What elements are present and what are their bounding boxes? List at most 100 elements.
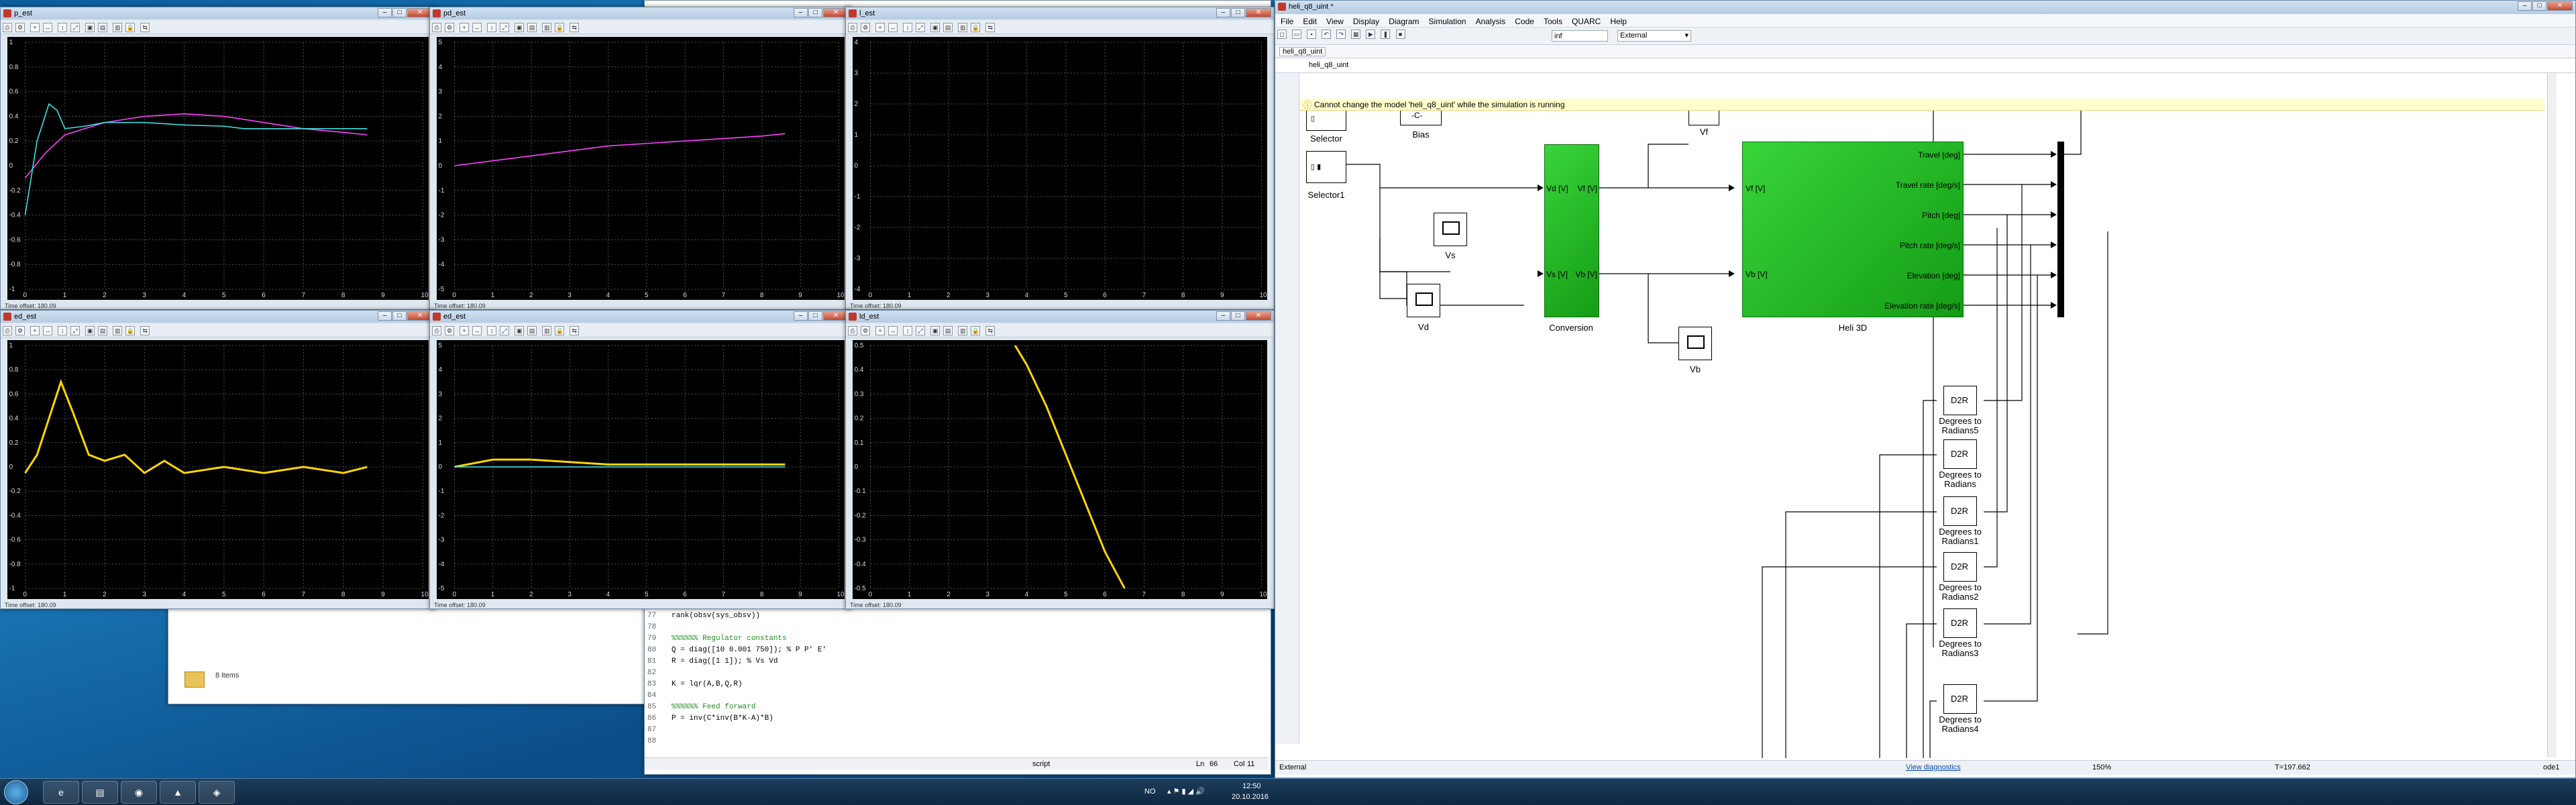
undo-icon[interactable]: ↶ — [1322, 30, 1332, 39]
autoscale-icon[interactable]: ⤢ — [70, 23, 80, 32]
bias-block[interactable]: -C- — [1400, 111, 1442, 125]
zoom-x-icon[interactable]: ↔ — [43, 23, 53, 32]
close-button[interactable]: ✕ — [2547, 1, 2573, 11]
restore-axes-icon[interactable]: ▤ — [527, 23, 537, 32]
print-icon[interactable]: ⎙ — [3, 23, 12, 32]
zoom-x-icon[interactable]: ↔ — [888, 23, 898, 32]
zoom-in-icon[interactable]: + — [30, 326, 40, 335]
maximize-button[interactable]: □ — [1231, 8, 1245, 17]
d2r-block[interactable]: D2R — [1943, 608, 1977, 638]
menu-item[interactable]: Analysis — [1476, 17, 1506, 26]
stop-icon[interactable]: ■ — [1395, 30, 1405, 39]
save-icon[interactable]: ▪ — [1307, 30, 1317, 39]
floating-scope-icon[interactable]: ▥ — [113, 326, 123, 335]
sim-time-field[interactable] — [1552, 30, 1608, 42]
zoom-y-icon[interactable]: ↕ — [903, 23, 913, 32]
restore-axes-icon[interactable]: ▤ — [943, 23, 953, 32]
restore-axes-icon[interactable]: ▤ — [98, 326, 108, 335]
scope-plot[interactable]: 0 1 2 3 4 5 6 7 8 9 10 5 4 3 2 1 0 -1 -2 -3 -4 -5 — [437, 37, 845, 300]
open-icon[interactable]: ▭ — [1292, 30, 1302, 39]
zoom-x-icon[interactable]: ↔ — [888, 326, 898, 335]
zoom-y-icon[interactable]: ↕ — [487, 23, 497, 32]
d2r-block[interactable]: D2R — [1943, 439, 1977, 469]
scope-plot[interactable]: 0 1 2 3 4 5 6 7 8 9 10 0.5 0.4 0.3 0.2 0.1 0 -0.1 -0.2 -0.3… — [853, 340, 1267, 599]
maximize-button[interactable]: □ — [808, 8, 822, 17]
minimize-button[interactable]: – — [2518, 1, 2532, 11]
print-icon[interactable]: ⎙ — [848, 23, 857, 32]
menu-item[interactable]: Help — [1610, 17, 1627, 26]
restore-axes-icon[interactable]: ▤ — [527, 326, 537, 335]
zoom-in-icon[interactable]: + — [460, 23, 470, 32]
zoom-in-icon[interactable]: + — [30, 23, 40, 32]
explorer-icon[interactable]: ▤ — [82, 781, 118, 804]
close-button[interactable]: ✕ — [1246, 8, 1271, 17]
autoscale-icon[interactable]: ⤢ — [500, 326, 510, 335]
vs-scope[interactable] — [1434, 213, 1467, 246]
menu-item[interactable]: View — [1326, 17, 1344, 26]
view-diagnostics-link[interactable]: View diagnostics — [1906, 763, 1961, 771]
zoom-in-icon[interactable]: + — [460, 326, 470, 335]
params-icon[interactable]: ⚙ — [445, 23, 454, 32]
menu-item[interactable]: Edit — [1303, 17, 1317, 26]
mux-block[interactable] — [2057, 142, 2064, 317]
code-line[interactable]: %%%%%% Regulator constants — [672, 635, 787, 643]
new-icon[interactable]: ◻ — [1277, 30, 1287, 39]
zoom-in-icon[interactable]: + — [875, 326, 885, 335]
save-axes-icon[interactable]: ▣ — [85, 326, 95, 335]
save-axes-icon[interactable]: ▣ — [930, 326, 941, 335]
selector1-block[interactable]: ▯ ▮ — [1306, 151, 1346, 183]
menu-item[interactable]: Code — [1515, 17, 1534, 26]
maximize-button[interactable]: □ — [2532, 1, 2546, 11]
floating-scope-icon[interactable]: ▥ — [542, 23, 552, 32]
vb-scope[interactable] — [1678, 327, 1712, 360]
menu-item[interactable]: File — [1281, 17, 1293, 26]
ie-icon[interactable]: e — [43, 781, 79, 804]
minimize-button[interactable]: – — [794, 311, 808, 321]
conversion-block[interactable]: Vd [V] Vf [V] Vs [V] Vb [V] — [1544, 144, 1599, 317]
matlab-icon[interactable]: ▲ — [160, 781, 196, 804]
params-icon[interactable]: ⚙ — [15, 23, 25, 32]
scope-plot[interactable]: 0 1 2 3 4 5 6 7 8 9 10 5 4 3 2 1 0 -1 -2 -3 -4 -5 — [437, 340, 845, 599]
lock-icon[interactable]: 🔒 — [971, 23, 981, 32]
floating-scope-icon[interactable]: ▥ — [113, 23, 123, 32]
maximize-button[interactable]: □ — [808, 311, 822, 321]
clock-time[interactable]: 12:50 — [1242, 782, 1261, 790]
zoom-x-icon[interactable]: ↔ — [472, 326, 482, 335]
menu-item[interactable]: Display — [1353, 17, 1379, 26]
signal-select-icon[interactable]: ⇆ — [570, 23, 580, 32]
maximize-button[interactable]: □ — [392, 311, 407, 321]
autoscale-icon[interactable]: ⤢ — [70, 326, 80, 335]
minimize-button[interactable]: – — [378, 8, 392, 17]
selector-block[interactable]: ▯ — [1306, 111, 1346, 131]
print-icon[interactable]: ⎙ — [432, 326, 441, 335]
code-line[interactable]: Q = diag([10 0.001 750]); % P P' E' — [672, 646, 826, 654]
lock-icon[interactable]: 🔒 — [125, 326, 136, 335]
signal-select-icon[interactable]: ⇆ — [985, 23, 996, 32]
signal-select-icon[interactable]: ⇆ — [570, 326, 580, 335]
autoscale-icon[interactable]: ⤢ — [916, 326, 926, 335]
zoom-x-icon[interactable]: ↔ — [43, 326, 53, 335]
lock-icon[interactable]: 🔒 — [555, 23, 565, 32]
print-icon[interactable]: ⎙ — [848, 326, 857, 335]
params-icon[interactable]: ⚙ — [861, 326, 870, 335]
clock-date[interactable]: 20.10.2016 — [1232, 793, 1269, 801]
diagram-canvas[interactable]: ▯ Selector ▯ ▮ Selector1 -C- Bias Vf Vs … — [1299, 111, 2546, 758]
d2r-block[interactable]: D2R — [1943, 386, 1977, 415]
code-line[interactable]: %%%%%% Feed forward — [672, 703, 755, 711]
chrome-icon[interactable]: ◉ — [121, 781, 157, 804]
pause-icon[interactable]: ❚ — [1381, 30, 1391, 39]
vf-scope[interactable] — [1688, 111, 1719, 125]
menu-item[interactable]: Tools — [1544, 17, 1562, 26]
start-button[interactable] — [4, 780, 28, 804]
maximize-button[interactable]: □ — [392, 8, 407, 17]
params-icon[interactable]: ⚙ — [445, 326, 454, 335]
d2r-block[interactable]: D2R — [1943, 552, 1977, 582]
code-line[interactable]: rank(obsv(sys_obsv)) — [672, 612, 760, 620]
menu-item[interactable]: Diagram — [1389, 17, 1419, 26]
zoom-y-icon[interactable]: ↕ — [487, 326, 497, 335]
minimize-button[interactable]: – — [1216, 311, 1230, 321]
mode-dropdown[interactable]: External ▾ — [1617, 30, 1691, 42]
code-line[interactable]: P = inv(C*inv(B*K-A)*B) — [672, 714, 773, 722]
lock-icon[interactable]: 🔒 — [555, 326, 565, 335]
zoom-x-icon[interactable]: ↔ — [472, 23, 482, 32]
